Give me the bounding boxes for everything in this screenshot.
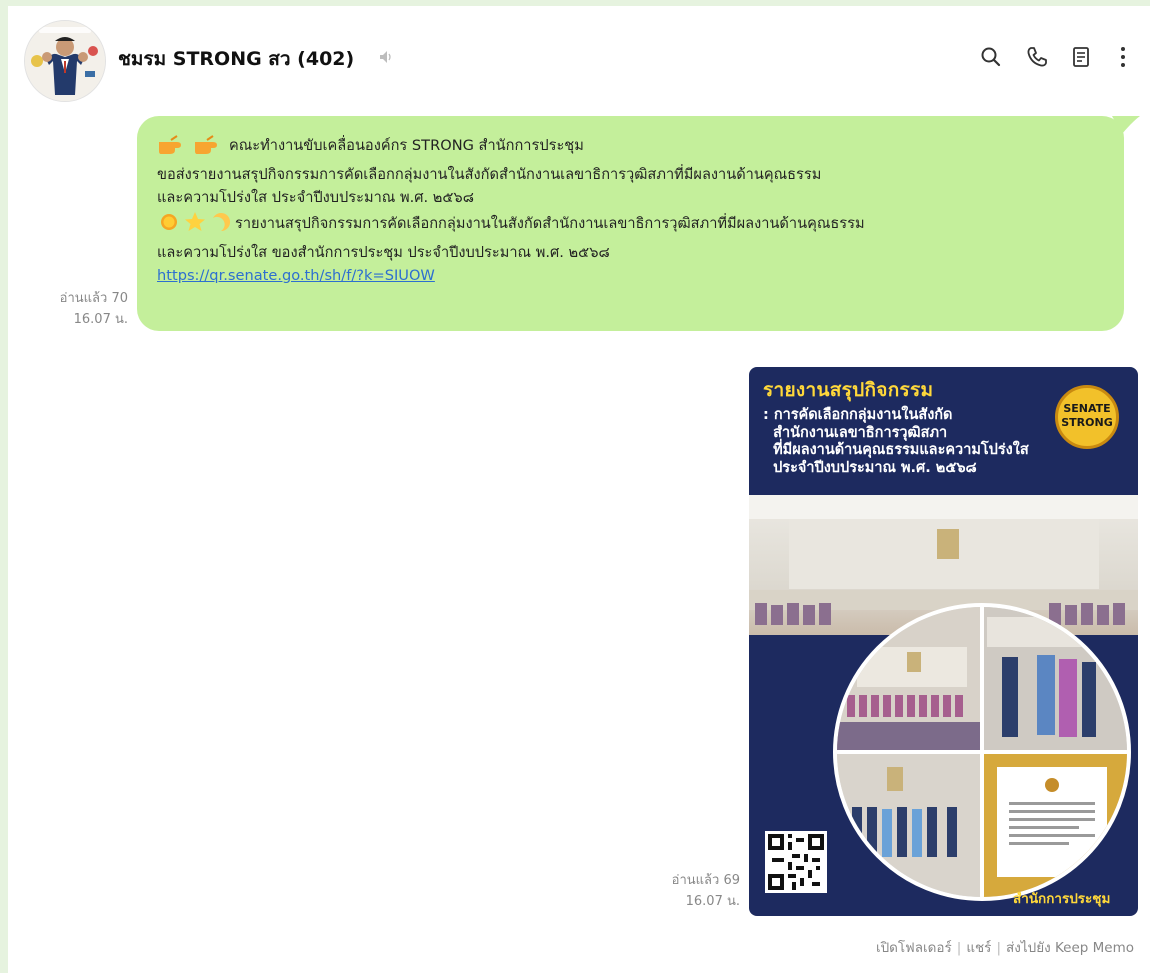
muted-speaker-icon: [378, 49, 394, 69]
read-status: อ่านแล้ว 69: [671, 873, 740, 888]
image-message[interactable]: รายงานสรุปกิจกรรม : การคัดเลือกกลุ่มงานใ…: [749, 367, 1138, 916]
poster-footer: สำนักการประชุม: [1013, 891, 1111, 907]
share-link[interactable]: แชร์: [966, 940, 991, 956]
read-status: อ่านแล้ว 70: [59, 291, 128, 306]
poster-title: รายงานสรุปกิจกรรม: [763, 379, 934, 401]
image-actions: เปิดโฟลเดอร์ | แชร์ | ส่งไปยัง Keep Memo: [876, 936, 1134, 958]
message-text-line: คณะทำงานขับเคลื่อนองค์กร STRONG สำนักการ…: [229, 137, 584, 154]
chat-header: ชมรม STRONG สว (402): [8, 6, 1150, 106]
send-to-keep-link[interactable]: ส่งไปยัง Keep Memo: [1006, 940, 1134, 956]
search-icon[interactable]: [978, 44, 1004, 70]
message-text-line: และความโปร่งใส ประจำปีงบประมาณ พ.ศ. ๒๕๖๘: [157, 189, 474, 207]
senate-strong-badge: SENATE STRONG: [1055, 385, 1119, 449]
phone-icon[interactable]: [1024, 44, 1050, 70]
poster-subtitle: : การคัดเลือกกลุ่มงานในสังกัด สำนักงานเล…: [763, 407, 1029, 476]
message-bubble[interactable]: คณะทำงานขับเคลื่อนองค์กร STRONG สำนักการ…: [137, 116, 1124, 331]
poster-photo-collage: [833, 603, 1131, 901]
window-frame-left: [0, 0, 8, 973]
pointing-hand-icon: [157, 134, 191, 163]
group-avatar[interactable]: [24, 20, 106, 102]
star-icon: [183, 210, 207, 241]
chat-title: ชมรม STRONG สว (402): [118, 48, 355, 70]
message-time: 16.07 น.: [73, 312, 128, 327]
more-icon[interactable]: [1110, 44, 1136, 70]
sun-icon: [157, 210, 181, 241]
crescent-moon-icon: [209, 210, 233, 241]
message-meta: อ่านแล้ว 69 16.07 น.: [630, 870, 740, 912]
action-separator: |: [996, 940, 1001, 956]
message-time: 16.07 น.: [685, 894, 740, 909]
badge-text: SENATE: [1063, 402, 1111, 415]
message-text-line: ขอส่งรายงานสรุปกิจกรรมการคัดเลือกกลุ่มงา…: [157, 166, 822, 184]
badge-text: STRONG: [1061, 416, 1113, 429]
message-text-line: รายงานสรุปกิจกรรมการคัดเลือกกลุ่มงานในสั…: [235, 214, 865, 232]
action-separator: |: [956, 940, 962, 956]
message-meta: อ่านแล้ว 70 16.07 น.: [20, 288, 128, 330]
pointing-hand-icon: [193, 134, 227, 163]
qr-code: [765, 831, 827, 893]
notes-icon[interactable]: [1068, 44, 1094, 70]
message-text-line: และความโปร่งใส ของสำนักการประชุม ประจำปี…: [157, 243, 610, 261]
message-link[interactable]: https://qr.senate.go.th/sh/f/?k=SIUOW: [157, 267, 435, 284]
open-folder-link[interactable]: เปิดโฟลเดอร์: [876, 940, 952, 956]
